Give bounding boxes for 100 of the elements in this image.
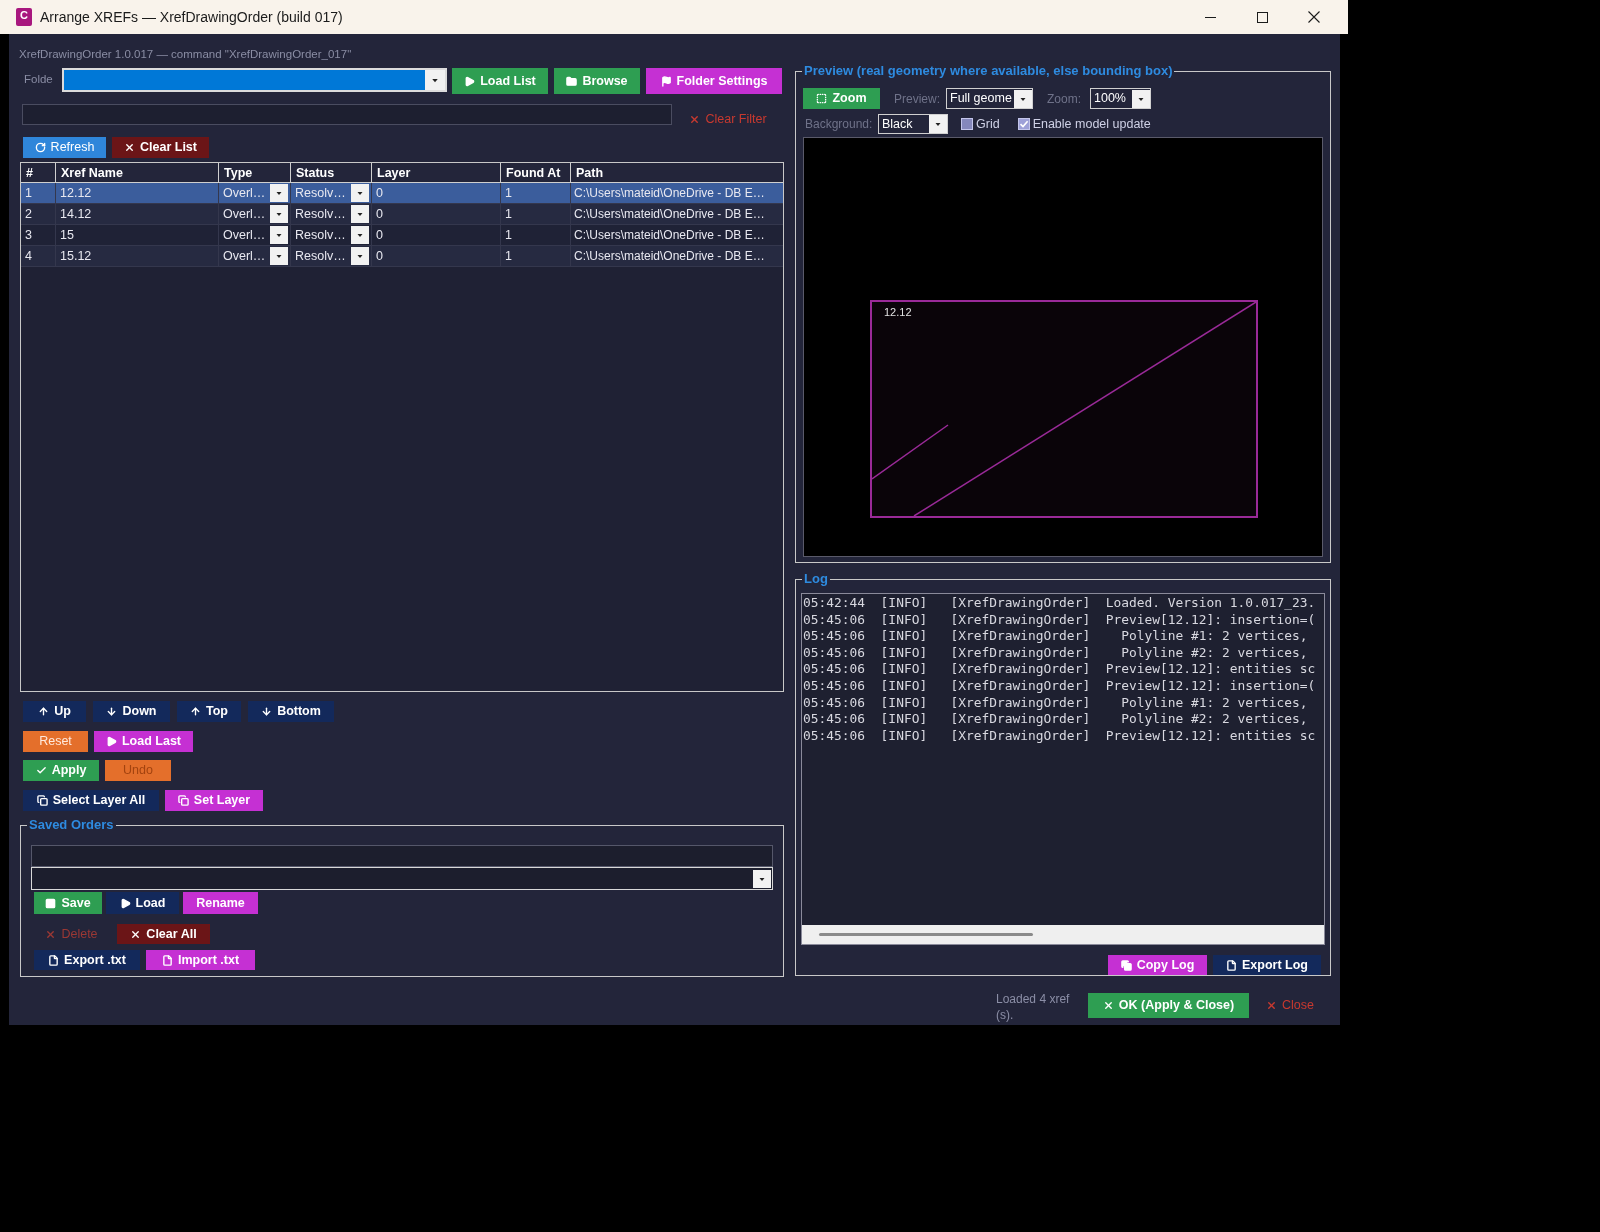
zoom-dropdown[interactable]: 100%: [1090, 88, 1151, 109]
table-row[interactable]: 3 15 Overl… Resolv… 0 1 C:\Users\mateid\OneDrive - DB E…: [21, 225, 783, 246]
type-dropdown[interactable]: Overl…: [219, 204, 291, 224]
dashed-square-icon: [816, 93, 828, 104]
file-icon: [161, 954, 173, 966]
table-cell: 14.12: [56, 204, 219, 224]
move-down-button[interactable]: Down: [93, 701, 170, 722]
table-cell: 15.12: [56, 246, 219, 266]
table-row[interactable]: 2 14.12 Overl… Resolv… 0 1 C:\Users\mateid\OneDrive - DB E…: [21, 204, 783, 225]
table-row[interactable]: 4 15.12 Overl… Resolv… 0 1 C:\Users\mateid\OneDrive - DB E…: [21, 246, 783, 267]
select-layer-all-button[interactable]: Select Layer All: [23, 790, 159, 811]
zoom-label: Zoom:: [1047, 90, 1082, 108]
move-up-button[interactable]: Up: [23, 701, 86, 722]
x-icon: [130, 928, 142, 940]
import-txt-button[interactable]: Import .txt: [146, 950, 255, 970]
export-log-button[interactable]: Export Log: [1213, 955, 1321, 975]
caret-icon: [351, 205, 369, 223]
folder-dropdown[interactable]: [62, 68, 447, 92]
window-title: Arrange XREFs — XrefDrawingOrder (build 017): [40, 7, 343, 27]
table-cell: 0: [372, 246, 501, 266]
move-top-button[interactable]: Top: [177, 701, 241, 722]
caret-icon: [1014, 89, 1032, 108]
table-cell: 1: [21, 183, 56, 203]
table-row[interactable]: 1 12.12 Overl… Resolv… 0 1 C:\Users\mateid\OneDrive - DB E…: [21, 183, 783, 204]
model-update-checkbox[interactable]: Enable model update: [1017, 114, 1151, 134]
horizontal-scrollbar[interactable]: [802, 925, 1324, 944]
table-cell-text: C:\Users\mateid\OneDrive - DB E…: [573, 227, 766, 244]
up-arrow-icon: [190, 706, 201, 717]
type-dropdown[interactable]: Overl…: [219, 225, 291, 245]
down-arrow-icon: [261, 706, 273, 717]
status-dropdown[interactable]: Resolv…: [291, 204, 372, 224]
stacked-squares-icon: [177, 795, 189, 806]
table-cell-text: C:\Users\mateid\OneDrive - DB E…: [573, 206, 766, 223]
filter-field[interactable]: [22, 104, 672, 125]
log-line: 05:45:06 [INFO] [XrefDrawingOrder] Polyline #2: 2 vertices,: [803, 711, 1309, 728]
log-line: 05:45:06 [INFO] [XrefDrawingOrder] Preview[12.12]: insertion=(: [803, 677, 1317, 695]
rename-button[interactable]: Rename: [183, 892, 258, 914]
x-icon: [124, 142, 135, 153]
x-icon: [1102, 1000, 1114, 1011]
status-dropdown[interactable]: Resolv…: [291, 183, 372, 203]
refresh-button[interactable]: Refresh: [23, 137, 106, 158]
export-txt-button[interactable]: Export .txt: [34, 950, 140, 970]
type-dropdown[interactable]: Overl…: [219, 246, 291, 266]
caret-icon: [270, 226, 288, 244]
flag-icon: [660, 75, 672, 87]
background-dropdown[interactable]: Black: [878, 114, 948, 134]
app-logo: C: [16, 8, 32, 26]
section-title: Log: [803, 571, 829, 587]
log-line: 05:45:06 [INFO] [XrefDrawingOrder] Polyline #2: 2 vertices,: [803, 644, 1309, 662]
saved-orders-dropdown[interactable]: [31, 867, 773, 890]
table-cell-text: C:\Users\mateid\OneDrive - DB E…: [573, 185, 766, 202]
folder-settings-button[interactable]: Folder Settings: [646, 68, 782, 94]
table-cell: 12.12: [56, 183, 219, 203]
down-arrow-icon: [106, 706, 118, 717]
table-cell: 15: [56, 225, 219, 245]
caret-icon: [753, 869, 771, 888]
x-icon: [45, 928, 57, 940]
maximize-icon: [1256, 11, 1268, 23]
caret-icon: [351, 184, 369, 202]
grid-checkbox[interactable]: Grid: [961, 114, 1000, 134]
table-cell: 1: [501, 225, 571, 245]
folder-label: Folde: [24, 72, 54, 86]
order-name-field[interactable]: [31, 845, 773, 867]
move-bottom-button[interactable]: Bottom: [248, 701, 334, 722]
clear-all-button[interactable]: Clear All: [117, 924, 210, 944]
table-cell: 0: [372, 225, 501, 245]
log-line: 05:45:06 [INFO] [XrefDrawingOrder] Preview[12.12]: entities sc: [803, 661, 1317, 678]
type-dropdown[interactable]: Overl…: [219, 183, 291, 203]
scrollbar-thumb[interactable]: [819, 933, 1033, 936]
set-layer-button[interactable]: Set Layer: [165, 790, 263, 811]
folder-icon: [566, 75, 578, 87]
x-icon: [1266, 1000, 1277, 1011]
caret-icon: [270, 247, 288, 265]
preview-mode-dropdown[interactable]: Full geome: [946, 88, 1033, 109]
status-dropdown[interactable]: Resolv…: [291, 246, 372, 266]
load-button[interactable]: Load: [106, 892, 179, 914]
up-arrow-icon: [38, 706, 50, 717]
log-line: 05:45:06 [INFO] [XrefDrawingOrder] Polyline #1: 2 vertices,: [803, 628, 1309, 645]
column-header[interactable]: Path: [571, 163, 783, 183]
section-title: Saved Orders: [28, 817, 115, 833]
copy-log-button[interactable]: Copy Log: [1108, 955, 1207, 975]
refresh-icon: [34, 142, 46, 153]
caret-icon: [270, 205, 288, 223]
play-icon: [119, 897, 131, 909]
status-dropdown[interactable]: Resolv…: [291, 225, 372, 245]
close-icon: [1308, 11, 1320, 23]
table-cell-text: C:\Users\mateid\OneDrive - DB E…: [573, 248, 766, 265]
log-line: 05:45:06 [INFO] [XrefDrawingOrder] Polyline #1: 2 vertices,: [803, 694, 1309, 712]
minimize-icon: [1204, 16, 1216, 18]
load-last-button[interactable]: Load Last: [94, 731, 193, 752]
table-cell: 0: [372, 204, 501, 224]
check-icon: [35, 765, 47, 776]
section-title: Preview (real geometry where available, else bounding box): [803, 63, 1174, 79]
clear-list-button[interactable]: Clear List: [112, 137, 209, 158]
caret-icon: [351, 247, 369, 265]
file-icon: [48, 954, 60, 966]
xref-label: 12.12: [884, 305, 912, 320]
log-line: 05:45:06 [INFO] [XrefDrawingOrder] Preview[12.12]: insertion=(: [803, 611, 1317, 629]
log-textbox[interactable]: [801, 593, 1325, 945]
status-text: Loaded 4 xref(s).: [996, 991, 1071, 1023]
